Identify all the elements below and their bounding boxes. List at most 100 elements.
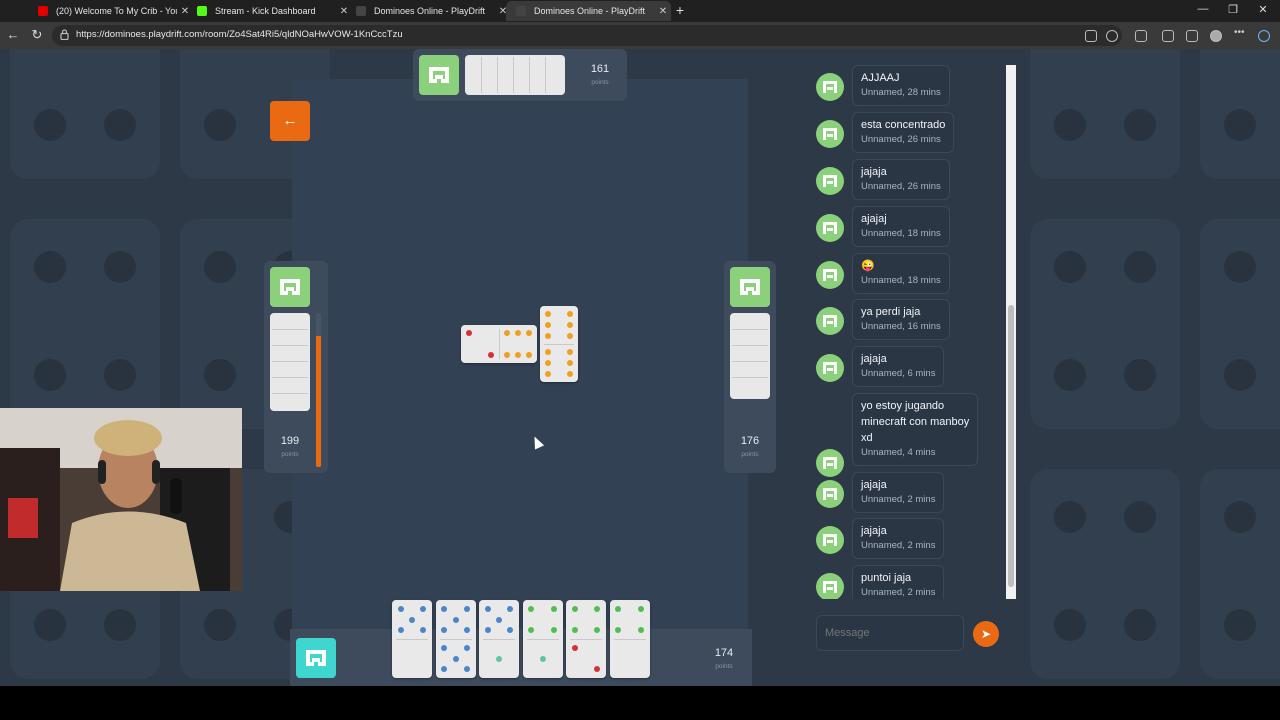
domino-half <box>540 306 578 344</box>
background-dot <box>104 359 136 391</box>
domino-pip <box>545 322 552 328</box>
background-dot <box>1054 359 1086 391</box>
chat-compose: ➤ <box>800 605 1016 667</box>
grid-icon[interactable] <box>1085 30 1097 42</box>
chat-bubble: ajajaj Unnamed, 18 mins <box>852 206 950 247</box>
domino-pip <box>420 627 427 634</box>
background-tile <box>1030 49 1180 179</box>
browser-tab[interactable]: Dominoes Online - PlayDrift ✕ <box>346 1 511 21</box>
chat-message-text: jajaja <box>861 166 887 178</box>
domino-half <box>523 639 563 678</box>
domino-half <box>523 600 563 639</box>
back-button[interactable]: ← <box>270 101 310 141</box>
background-dot <box>1054 501 1086 533</box>
board-domino <box>540 306 578 382</box>
chat-avatar-icon <box>816 261 844 289</box>
shield-icon[interactable] <box>1162 30 1174 42</box>
reload-icon[interactable]: ↻ <box>28 27 46 43</box>
domino-pip <box>571 605 578 612</box>
hand-domino[interactable] <box>479 600 519 678</box>
domino-pip <box>515 330 521 337</box>
chat-bubble: ya perdi jaja Unnamed, 16 mins <box>852 299 950 340</box>
chat-avatar-icon <box>816 73 844 101</box>
background-dot <box>34 359 66 391</box>
tab-close-icon[interactable]: ✕ <box>655 6 671 17</box>
chat-bubble: 😜 Unnamed, 18 mins <box>852 253 950 294</box>
browser-tab[interactable]: (20) Welcome To My Crib - YouTube✕ <box>28 1 193 21</box>
domino-pip <box>515 351 521 358</box>
restore-window-icon[interactable]: ❐ <box>1218 3 1248 16</box>
background-dot <box>104 251 136 283</box>
chat-message-text: esta concentrado <box>861 119 946 131</box>
domino-pip <box>528 605 535 612</box>
chat-avatar-icon <box>816 526 844 554</box>
domino-pip <box>441 627 448 634</box>
domino-pip <box>496 655 502 662</box>
chat-bubble: jajaja Unnamed, 2 mins <box>852 472 945 513</box>
hand-domino[interactable] <box>522 600 563 678</box>
domino-pip <box>463 627 470 634</box>
background-dot <box>1224 251 1256 283</box>
tab-favicon-icon <box>38 6 48 16</box>
chat-bubble: esta concentrado Unnamed, 26 mins <box>852 112 955 153</box>
domino-pip <box>452 655 459 662</box>
copilot-icon[interactable] <box>1258 30 1270 42</box>
player-right-points-label: points <box>741 451 759 458</box>
player-right-hidden-tiles <box>730 313 770 399</box>
domino-pip <box>566 322 573 328</box>
chat-bubble: jajaja Unnamed, 6 mins <box>852 346 945 387</box>
chat-scrollbar[interactable] <box>1006 65 1016 599</box>
background-dot <box>34 609 66 641</box>
new-tab-button[interactable]: + <box>672 2 688 18</box>
background-dot <box>1224 359 1256 391</box>
chat-avatar-icon <box>816 120 844 148</box>
player-left-hidden-tiles <box>270 313 310 411</box>
domino-half <box>499 325 537 363</box>
star-icon[interactable] <box>1106 30 1118 42</box>
favorites-icon[interactable] <box>1186 30 1198 42</box>
hand-domino[interactable] <box>566 600 606 678</box>
browser-tab[interactable]: Stream - Kick Dashboard ✕ <box>187 1 352 21</box>
background-dot <box>1124 609 1156 641</box>
hand-domino[interactable] <box>609 600 650 678</box>
chat-message-input[interactable] <box>816 615 964 651</box>
robot-face-icon <box>280 279 300 295</box>
browser-tab[interactable]: Dominoes Online - PlayDrift ✕ <box>506 1 671 21</box>
robot-face-icon <box>429 67 449 83</box>
background-dot <box>1224 109 1256 141</box>
robot-face-icon <box>740 279 760 295</box>
minimize-window-icon[interactable]: — <box>1188 3 1218 15</box>
chat-scrollbar-thumb[interactable] <box>1008 305 1014 587</box>
url-field[interactable]: https://dominoes.playdrift.com/room/Zo4S… <box>52 25 1122 46</box>
chat-message-text: ajajaj <box>861 213 887 225</box>
chat-avatar-icon <box>816 480 844 508</box>
extension-icon[interactable] <box>1135 30 1147 42</box>
send-button[interactable]: ➤ <box>973 621 999 647</box>
chat-message-meta: Unnamed, 26 mins <box>861 181 941 192</box>
chat-bubble: AJJAAJ Unnamed, 28 mins <box>852 65 950 106</box>
chat-avatar-icon <box>816 573 844 599</box>
more-menu-icon[interactable]: ••• <box>1234 28 1246 42</box>
background-dot <box>1054 609 1086 641</box>
chat-message-meta: Unnamed, 18 mins <box>861 275 941 286</box>
chat-bubble: jajaja Unnamed, 26 mins <box>852 159 950 200</box>
player-bottom-points-label: points <box>715 663 733 670</box>
hand-domino[interactable] <box>435 600 476 678</box>
profile-avatar-icon[interactable] <box>1210 30 1222 42</box>
domino-pip <box>550 627 557 634</box>
chat-message-meta: Unnamed, 4 mins <box>861 447 936 458</box>
player-left-points-label: points <box>281 451 299 458</box>
streamer-webcam-image <box>0 408 242 591</box>
background-dot <box>1054 251 1086 283</box>
chat-avatar-icon <box>816 354 844 382</box>
taskbar <box>0 686 1280 720</box>
hand-domino[interactable] <box>392 600 432 678</box>
player-top-hidden-tiles <box>465 55 565 95</box>
tab-favicon-icon <box>516 6 526 16</box>
background-dot <box>1224 501 1256 533</box>
close-window-icon[interactable]: ✕ <box>1248 3 1278 16</box>
background-tile <box>1030 219 1180 429</box>
domino-pip <box>637 627 644 634</box>
robot-face-icon <box>306 650 326 666</box>
back-nav-icon[interactable]: ← <box>4 27 22 42</box>
